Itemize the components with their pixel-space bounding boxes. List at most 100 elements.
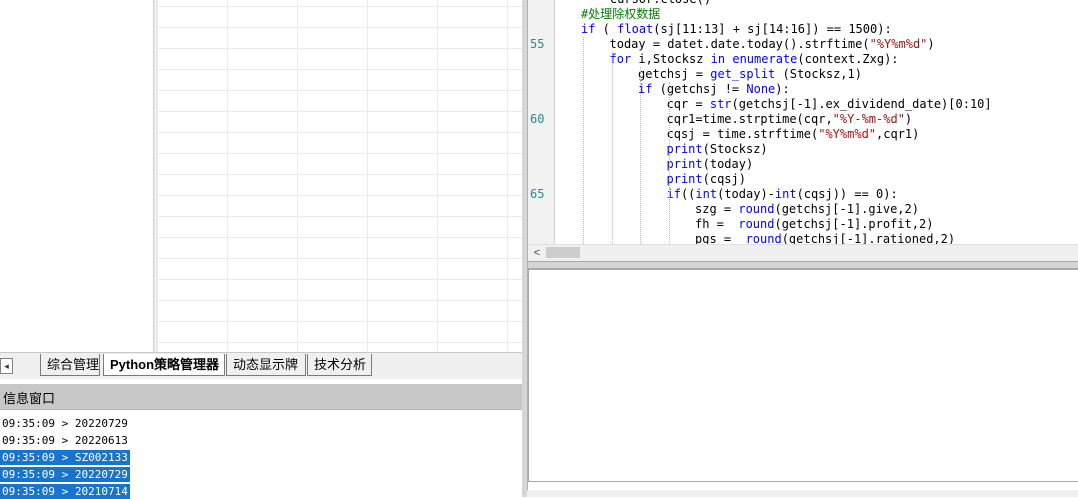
status-strip — [527, 490, 1078, 497]
code-token: round — [738, 217, 775, 231]
code-token: cursor.close() — [581, 0, 711, 6]
line-number-gutter: 55 60 65 — [528, 0, 555, 244]
log-line[interactable]: 09:35:09 > SZ002133 — [0, 450, 130, 465]
code-token: ,cqr1) — [876, 127, 920, 141]
code-token: szg = — [695, 202, 739, 216]
code-token: ) — [927, 37, 935, 51]
code-token: (cqsj) — [702, 172, 746, 186]
code-token: round — [738, 202, 775, 216]
code-token: (getchsj[-1].profit,2) — [774, 217, 934, 231]
code-token: getchsj = — [638, 67, 711, 81]
strategy-editor-panel: 55 60 65 cursor.close()#处理除权数据if ( float(s… — [527, 0, 1078, 490]
navigation-panel — [0, 0, 153, 352]
code-token: cqr1=time.strptime(cqr, — [666, 112, 833, 126]
indent-guide — [611, 52, 613, 244]
code-token: pgs = — [695, 232, 746, 244]
code-line[interactable]: cqr = str(getchsj[-1].ex_dividend_date)[… — [667, 97, 992, 112]
horizontal-scrollbar[interactable]: < — [528, 244, 1078, 261]
tab-4[interactable]: 技术分析 — [307, 354, 372, 376]
line-number: 55 — [530, 37, 545, 51]
code-line[interactable]: print(today) — [667, 157, 754, 172]
code-token: str — [709, 97, 732, 111]
left-pane: ◂ 综合管理 Python策略管理器 动态显示牌 技术分析 信息窗口 09:35:09… — [0, 0, 525, 499]
data-grid[interactable] — [157, 0, 525, 352]
code-token: (getchsj[-1].ex_dividend_date)[0:10] — [731, 97, 992, 111]
code-line[interactable]: szg = round(getchsj[-1].give,2) — [695, 202, 919, 217]
code-line[interactable]: fh = round(getchsj[-1].profit,2) — [695, 217, 933, 232]
code-token: float — [617, 22, 654, 36]
code-token: (today)- — [717, 187, 775, 201]
code-line[interactable]: cqsj = time.strftime("%Y%m%d",cqr1) — [667, 127, 920, 142]
code-line[interactable]: print(Stocksz) — [667, 142, 768, 157]
log-line[interactable]: 09:35:09 > 20220729 — [0, 416, 130, 431]
code-token: ): — [775, 82, 790, 96]
tab-2[interactable]: Python策略管理器 — [103, 354, 225, 376]
code-token: (context.Zxg): — [797, 52, 899, 66]
code-token: None — [746, 82, 776, 96]
scroll-left-button[interactable]: < — [529, 246, 545, 260]
code-token: (getchsj != — [652, 82, 747, 96]
indent-guide — [668, 82, 670, 244]
code-line[interactable]: getchsj = get_split (Stocksz,1) — [638, 67, 862, 82]
code-token: in — [710, 52, 726, 66]
code-token: enumerate — [732, 52, 798, 66]
code-token: get_split — [710, 67, 776, 81]
code-line[interactable]: print(cqsj) — [667, 172, 746, 187]
code-area[interactable]: cursor.close()#处理除权数据if ( float(sj[11:13… — [555, 0, 1078, 244]
log-line[interactable]: 09:35:09 > 20220613 — [0, 433, 130, 448]
code-editor[interactable]: 55 60 65 cursor.close()#处理除权数据if ( float(s… — [528, 0, 1078, 244]
code-token: "%Y-%m-%d" — [832, 112, 905, 126]
code-token: (getchsj[-1].give,2) — [774, 202, 919, 216]
tab-scroll-left-button[interactable]: ◂ — [0, 358, 13, 374]
code-token: print — [666, 157, 703, 171]
code-token: today = datet.date.today().strftime( — [609, 37, 870, 51]
code-token: (( — [680, 187, 696, 201]
info-window-header: 信息窗口 — [0, 384, 525, 410]
code-line[interactable]: for i,Stocksz in enumerate(context.Zxg): — [610, 52, 899, 67]
code-line[interactable]: cqr1=time.strptime(cqr,"%Y-%m-%d") — [667, 112, 913, 127]
log-line[interactable]: 09:35:09 > 20220729 — [0, 467, 130, 482]
code-token: ( — [595, 22, 618, 36]
code-token: #处理除权数据 — [581, 7, 661, 21]
scrollbar-thumb[interactable] — [546, 247, 580, 258]
code-token: "%Y%m%d" — [818, 127, 877, 141]
code-token: print — [666, 142, 703, 156]
horizontal-splitter[interactable] — [528, 261, 1078, 269]
code-line[interactable]: if (getchsj != None): — [638, 82, 790, 97]
code-line[interactable]: pgs = round(getchsj[-1].rationed,2) — [695, 232, 955, 244]
code-line[interactable]: cursor.close() — [581, 0, 711, 7]
code-token: ) — [904, 112, 913, 126]
arrow-left-icon: ◂ — [4, 361, 9, 371]
code-token: (sj[11:13] + sj[14:16]) == 1500): — [653, 22, 892, 36]
code-line[interactable]: today = datet.date.today().strftime("%Y%… — [610, 37, 935, 52]
code-token: cqsj = time.strftime( — [666, 127, 819, 141]
tab-1[interactable]: 综合管理 — [40, 354, 100, 376]
code-line[interactable]: if ( float(sj[11:13] + sj[14:16]) == 150… — [581, 22, 892, 37]
output-pane[interactable] — [528, 269, 1078, 482]
info-window-title: 信息窗口 — [3, 391, 56, 406]
code-token: "%Y%m%d" — [869, 37, 928, 51]
indent-guide — [640, 67, 641, 244]
code-line[interactable]: if((int(today)-int(cqsj)) == 0): — [667, 187, 898, 202]
code-token: (Stocksz) — [702, 142, 768, 156]
code-token: if — [581, 22, 596, 36]
tab-3[interactable]: 动态显示牌 — [226, 354, 306, 376]
code-token: round — [745, 232, 782, 244]
line-number: 65 — [530, 187, 545, 201]
code-token: (getchsj[-1].rationed,2) — [781, 232, 956, 244]
code-token: cqr = — [666, 97, 710, 111]
info-window-log[interactable]: 09:35:09 > 20220729 09:35:09 > 20220613 09… — [0, 411, 525, 499]
code-token: i,Stocksz — [631, 52, 711, 66]
chevron-left-icon: < — [533, 247, 541, 259]
code-token: (cqsj)) == 0): — [796, 187, 898, 201]
indent-guide — [583, 37, 584, 244]
code-token: int — [774, 187, 797, 201]
code-token: (today) — [702, 157, 754, 171]
code-token: int — [695, 187, 718, 201]
code-token: for — [609, 52, 632, 66]
code-token: print — [666, 172, 703, 186]
code-line[interactable]: #处理除权数据 — [581, 7, 660, 22]
line-number: 60 — [530, 112, 545, 126]
code-token: (Stocksz,1) — [775, 67, 862, 81]
bottom-tab-bar: ◂ 综合管理 Python策略管理器 动态显示牌 技术分析 — [0, 352, 525, 379]
